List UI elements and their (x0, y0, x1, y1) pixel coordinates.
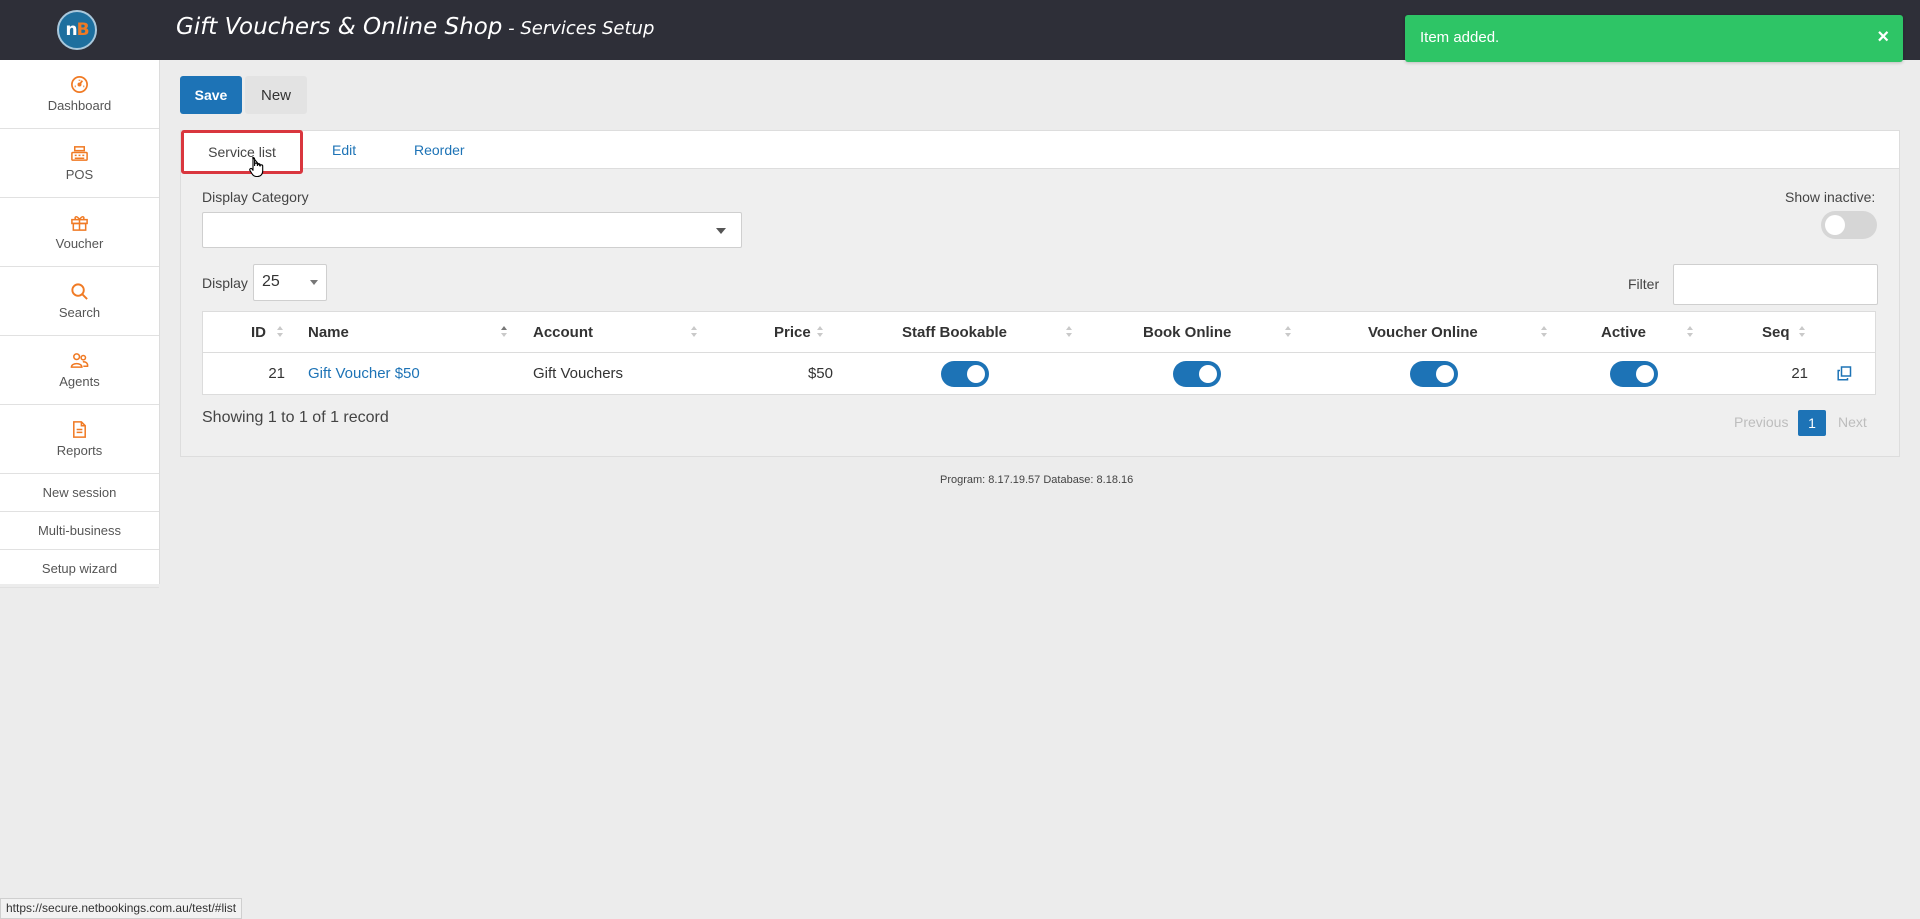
cell-id: 21 (268, 365, 285, 382)
toast-message: Item added. (1420, 29, 1500, 46)
app-logo[interactable]: nB (57, 10, 97, 50)
column-header-seq[interactable]: Seq (1762, 312, 1790, 353)
show-inactive-toggle[interactable] (1821, 211, 1877, 239)
sidebar-item-pos[interactable]: POS (0, 129, 159, 198)
sidebar-link-multi-business[interactable]: Multi-business (0, 512, 159, 550)
sidebar-item-label: Search (58, 305, 101, 320)
logo-letter-n: n (65, 20, 77, 40)
tab-reorder[interactable]: Reorder (414, 131, 465, 169)
version-info: Program: 8.17.19.57 Database: 8.18.16 (940, 474, 1134, 486)
sort-icon (817, 326, 823, 339)
sidebar-item-label: POS (65, 167, 94, 182)
active-toggle[interactable] (1610, 361, 1658, 387)
page-title: Gift Vouchers & Online Shop - Services S… (176, 14, 654, 40)
cash-register-icon (71, 146, 88, 161)
display-category-label: Display Category (202, 189, 309, 205)
sidebar-item-search[interactable]: Search (0, 267, 159, 336)
sort-icon (1285, 326, 1291, 339)
toggle-knob (1636, 365, 1654, 383)
book-online-toggle[interactable] (1173, 361, 1221, 387)
column-header-active[interactable]: Active (1601, 312, 1646, 353)
save-button[interactable]: Save (180, 76, 242, 114)
document-icon (73, 421, 86, 438)
column-header-id[interactable]: ID (251, 312, 266, 353)
search-icon (71, 283, 88, 300)
browser-status-bar: https://secure.netbookings.com.au/test/#… (0, 898, 243, 919)
new-button[interactable]: New (245, 76, 307, 114)
filter-label: Filter (1628, 276, 1660, 292)
success-toast: Item added. × (1405, 15, 1903, 62)
column-header-book-online[interactable]: Book Online (1143, 312, 1231, 353)
sort-icon (691, 326, 697, 339)
sidebar-item-label: Voucher (55, 236, 104, 251)
sort-icon (1687, 326, 1693, 339)
sidebar-item-label: Agents (59, 374, 100, 389)
pagination-page-1[interactable]: 1 (1798, 410, 1826, 436)
hand-cursor-icon (249, 156, 264, 178)
display-label: Display (202, 275, 248, 291)
gift-icon (71, 216, 88, 231)
toggle-knob (1825, 215, 1845, 235)
sort-icon (1066, 326, 1072, 339)
sidebar-item-reports[interactable]: Reports (0, 405, 159, 474)
services-table: ID Name Account Price Staff Bookable Boo… (202, 311, 1876, 395)
close-icon[interactable]: × (1877, 27, 1889, 47)
sort-icon (1541, 326, 1547, 339)
display-category-select[interactable] (202, 212, 742, 248)
sidebar-item-dashboard[interactable]: Dashboard (0, 60, 159, 129)
pagination-next[interactable]: Next (1838, 414, 1867, 430)
toggle-knob (1436, 365, 1454, 383)
voucher-online-toggle[interactable] (1410, 361, 1458, 387)
table-header: ID Name Account Price Staff Bookable Boo… (203, 312, 1875, 353)
table-row: 21 Gift Voucher $50 Gift Vouchers $50 21 (203, 353, 1875, 394)
services-panel: Service list Edit Reorder Display Catego… (180, 130, 1900, 457)
copy-icon[interactable] (1837, 366, 1852, 381)
filter-input[interactable] (1673, 264, 1878, 305)
column-header-account[interactable]: Account (533, 312, 593, 353)
tab-service-list[interactable]: Service list (181, 130, 303, 174)
cell-name-link[interactable]: Gift Voucher $50 (308, 353, 420, 394)
cell-account: Gift Vouchers (533, 365, 624, 382)
sidebar-item-agents[interactable]: Agents (0, 336, 159, 405)
sidebar: Dashboard POS Voucher Search Agents Repo… (0, 60, 160, 588)
sidebar-link-setup-wizard[interactable]: Setup wizard (0, 550, 159, 588)
cell-price: $50 (807, 365, 833, 382)
pagination-previous[interactable]: Previous (1734, 414, 1788, 430)
app-title: Gift Vouchers & Online Shop (176, 14, 503, 40)
chevron-down-icon (716, 228, 726, 234)
dashboard-icon (71, 76, 88, 93)
sidebar-item-label: Dashboard (47, 98, 112, 113)
page-size-select[interactable]: 25 (253, 264, 327, 301)
toggle-knob (1199, 365, 1217, 383)
column-header-staff-bookable[interactable]: Staff Bookable (902, 312, 1007, 353)
cell-seq: 21 (1791, 365, 1808, 382)
agents-icon (70, 353, 89, 368)
sort-icon (1799, 326, 1805, 339)
sort-ascending-icon (501, 326, 507, 339)
column-header-price[interactable]: Price (774, 312, 811, 353)
show-inactive-label: Show inactive: (1785, 189, 1876, 205)
title-separator: - (502, 18, 521, 39)
tab-bar: Service list Edit Reorder (181, 130, 1899, 174)
staff-bookable-toggle[interactable] (941, 361, 989, 387)
column-header-voucher-online[interactable]: Voucher Online (1368, 312, 1478, 353)
sidebar-item-voucher[interactable]: Voucher (0, 198, 159, 267)
chevron-down-icon (310, 280, 318, 285)
sidebar-item-label: Reports (56, 443, 103, 458)
sidebar-link-new-session[interactable]: New session (0, 474, 159, 512)
column-header-name[interactable]: Name (308, 312, 349, 353)
page-subtitle: Services Setup (520, 18, 655, 39)
page-size-value: 25 (262, 273, 280, 290)
tab-edit[interactable]: Edit (332, 131, 356, 169)
sort-icon (277, 326, 283, 339)
records-summary: Showing 1 to 1 of 1 record (202, 409, 389, 426)
toggle-knob (967, 365, 985, 383)
logo-letter-b: B (76, 20, 90, 40)
